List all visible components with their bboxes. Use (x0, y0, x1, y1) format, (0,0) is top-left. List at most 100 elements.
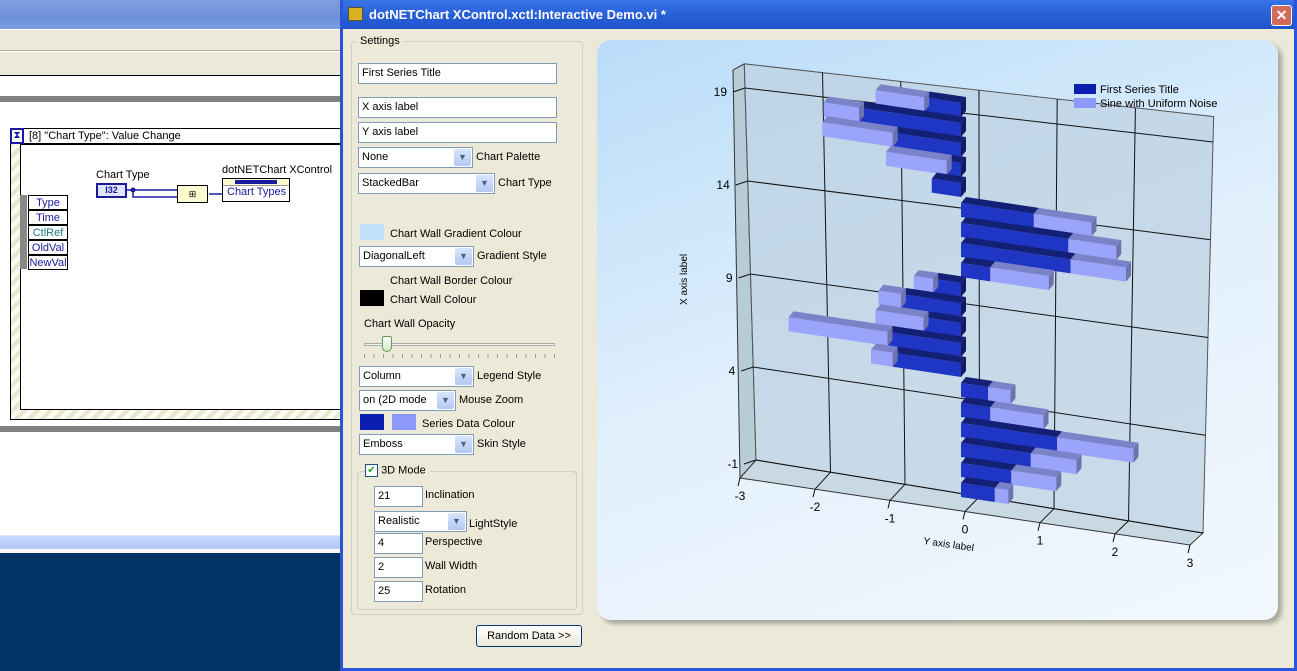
value-tick (1187, 544, 1191, 554)
3d-mode-checkbox[interactable]: ✔ 3D Mode (365, 464, 430, 480)
value-tick (1037, 522, 1041, 531)
xcontrol-label: dotNETChart XControl (222, 164, 333, 176)
value-tick-label: 1 (1037, 534, 1044, 548)
value-tick-label: 0 (962, 523, 969, 537)
node-oldval: OldVal (28, 240, 68, 255)
category-tick-label: 4 (729, 364, 736, 378)
mouse-zoom-value: on (2D mode (363, 394, 427, 406)
inclination-label: Inclination (425, 489, 475, 501)
rotation-label: Rotation (425, 584, 466, 596)
value-tick (737, 477, 741, 487)
x-axis-label-input[interactable]: X axis label (358, 97, 557, 118)
inclination-input[interactable]: 21 (374, 486, 423, 507)
perspective-input[interactable]: 4 (374, 533, 423, 554)
wall-gradient-colour-label: Chart Wall Gradient Colour (390, 228, 522, 240)
settings-label: Settings (357, 35, 403, 47)
chart-type-value: StackedBar (362, 177, 419, 189)
chart-type-dropdown[interactable]: StackedBar ▼ (358, 173, 495, 194)
wall-gradient-colour-swatch[interactable] (360, 224, 384, 240)
y-axis-label-input[interactable]: Y axis label (358, 122, 557, 143)
gradient-style-label: Gradient Style (477, 250, 547, 262)
property-node[interactable]: Chart Types (222, 178, 290, 202)
legend-style-dropdown[interactable]: Column ▼ (359, 366, 474, 387)
series-data-colour-label: Series Data Colour (422, 418, 515, 430)
wall-border-colour-label: Chart Wall Border Colour (390, 275, 513, 287)
stacked-bar-chart: -1 4 9 14 19 -3 -2 -1 0 1 2 3 X axis label Y axis lab… (679, 62, 1217, 570)
series1-colour-swatch[interactable] (360, 414, 384, 430)
gradient-style-value: DiagonalLeft (363, 250, 425, 262)
bar-series2 (994, 488, 1009, 505)
chevron-down-icon: ▼ (455, 368, 472, 385)
wall-colour-swatch[interactable] (360, 290, 384, 306)
build-array-node[interactable]: ⊞ (177, 185, 208, 203)
labview-vi-icon (348, 7, 363, 21)
scrollbar[interactable] (0, 535, 345, 549)
wall-opacity-slider-track[interactable] (364, 343, 555, 346)
chart-palette-dropdown[interactable]: None ▼ (358, 147, 473, 168)
perspective-label: Perspective (425, 536, 483, 548)
x-axis-title: X axis label (679, 254, 690, 305)
node-time: Time (28, 210, 68, 225)
wall-colour-label: Chart Wall Colour (390, 294, 477, 306)
chart-palette-value: None (362, 151, 389, 163)
chevron-down-icon: ▼ (448, 513, 465, 530)
series2-colour-swatch[interactable] (392, 414, 416, 430)
mouse-zoom-dropdown[interactable]: on (2D mode ▼ (359, 390, 456, 411)
checkmark-icon: ✔ (365, 464, 378, 477)
wall-width-input[interactable]: 2 (374, 557, 423, 578)
legend-swatch (1074, 84, 1096, 94)
hourglass-icon: ⧗ (10, 128, 24, 144)
value-tick (812, 489, 816, 498)
node-ctlref: CtlRef (28, 225, 68, 240)
light-style-value: Realistic (378, 515, 420, 527)
event-selector[interactable]: ⧗ [8] "Chart Type": Value Change (10, 128, 345, 144)
light-style-dropdown[interactable]: Realistic ▼ (374, 511, 467, 532)
front-panel-window: dotNETChart XControl.xctl:Interactive De… (340, 0, 1297, 671)
value-tick-label: -2 (810, 500, 821, 514)
chart-type-terminal[interactable]: I32 (96, 183, 127, 198)
chart-panel[interactable]: -1 4 9 14 19 -3 -2 -1 0 1 2 3 X axis label Y axis lab… (597, 40, 1278, 620)
legend-swatch (1074, 98, 1096, 108)
node-type: Type (28, 195, 68, 210)
structure-border-bottom (0, 426, 345, 432)
value-tick-label: -1 (885, 511, 896, 525)
value-tick (887, 500, 891, 509)
legend-label: Sine with Uniform Noise (1100, 98, 1217, 110)
slider-ticks (364, 354, 555, 358)
skin-style-dropdown[interactable]: Emboss ▼ (359, 434, 474, 455)
category-tick-label: 9 (726, 271, 733, 285)
legend-style-label: Legend Style (477, 370, 542, 382)
title-bar[interactable]: dotNETChart XControl.xctl:Interactive De… (343, 0, 1294, 29)
category-tick-label: -1 (727, 457, 738, 471)
rotation-input[interactable]: 25 (374, 581, 423, 602)
value-tick-label: 3 (1187, 556, 1194, 570)
series-title-input[interactable]: First Series Title (358, 63, 557, 84)
property-chart-types: Chart Types (227, 186, 287, 198)
random-data-button[interactable]: Random Data >> (476, 625, 582, 647)
chart-type-label: Chart Type (498, 177, 552, 189)
chevron-down-icon: ▼ (455, 248, 472, 265)
chevron-down-icon: ▼ (454, 149, 471, 166)
toolbar (0, 30, 345, 51)
wall-width-label: Wall Width (425, 560, 478, 572)
background-title-bar (0, 0, 345, 29)
legend-label: First Series Title (1100, 84, 1179, 96)
value-tick-label: -3 (735, 489, 746, 503)
event-data-node-bar (20, 195, 27, 269)
node-newval: NewVal (28, 255, 68, 270)
legend-style-value: Column (363, 370, 401, 382)
wall-opacity-label: Chart Wall Opacity (364, 318, 456, 330)
gradient-style-dropdown[interactable]: DiagonalLeft ▼ (359, 246, 474, 267)
block-diagram-window: ⧗ [8] "Chart Type": Value Change Type Ti… (0, 0, 350, 553)
value-tick-label: 2 (1112, 545, 1119, 559)
chevron-down-icon: ▼ (437, 392, 454, 409)
event-data-node: Type Time CtlRef OldVal NewVal (28, 195, 68, 270)
structure-border (0, 96, 345, 102)
skin-style-value: Emboss (363, 438, 403, 450)
category-tick-label: 14 (716, 178, 730, 192)
wall-opacity-slider-thumb[interactable] (382, 336, 392, 352)
window-title: dotNETChart XControl.xctl:Interactive De… (369, 7, 666, 22)
close-button[interactable]: ✕ (1271, 5, 1292, 26)
event-case-label: [8] "Chart Type": Value Change (29, 130, 181, 142)
mouse-zoom-label: Mouse Zoom (459, 394, 524, 406)
